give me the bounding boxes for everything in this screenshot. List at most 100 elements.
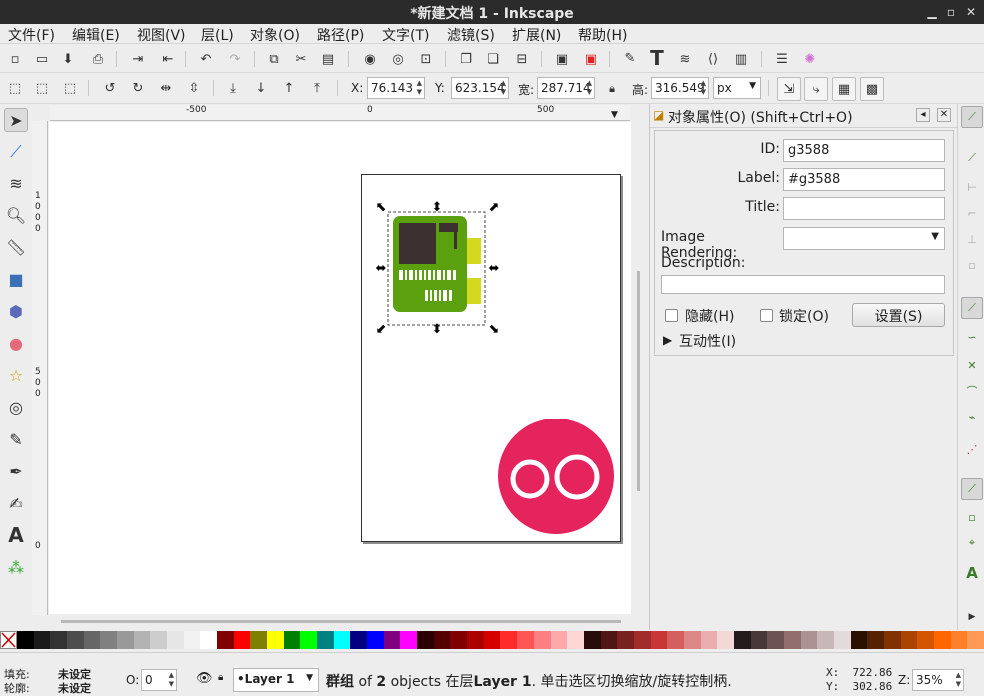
color-swatch[interactable] — [633, 631, 651, 649]
color-swatch[interactable] — [750, 631, 768, 649]
snap-text-baseline-icon[interactable]: A — [961, 562, 983, 584]
color-swatch[interactable] — [367, 631, 384, 649]
menu-layer[interactable]: 层(L) — [201, 25, 234, 45]
duplicate-icon[interactable]: ❐ — [456, 49, 476, 69]
transform-gradients-icon[interactable]: ▦ — [832, 77, 856, 101]
color-swatch[interactable] — [167, 631, 184, 649]
ellipse-tool-icon[interactable]: ● — [4, 331, 28, 355]
opacity-spinbox[interactable]: 0 ▲ ▼ — [141, 669, 177, 691]
label-input[interactable]: #g3588 — [783, 168, 945, 191]
color-swatch[interactable] — [850, 631, 868, 649]
layer-select[interactable]: •Layer 1 ▼ — [233, 668, 319, 692]
node-tool-icon[interactable]: ⟋ — [4, 140, 28, 164]
menu-extensions[interactable]: 扩展(N) — [512, 25, 561, 45]
color-swatch[interactable] — [500, 631, 518, 649]
color-swatch[interactable] — [817, 631, 834, 649]
color-swatch[interactable] — [950, 631, 968, 649]
snap-enable-icon[interactable]: ⟋ — [961, 106, 983, 128]
color-swatch[interactable] — [450, 631, 468, 649]
color-swatch[interactable] — [233, 631, 251, 649]
transform-patterns-icon[interactable]: ▩ — [860, 77, 884, 101]
snap-nodes-icon[interactable]: ⟋ — [961, 297, 983, 319]
expander-arrow-icon[interactable]: ▶ — [663, 333, 672, 347]
color-swatch[interactable] — [583, 631, 601, 649]
snap-others-icon[interactable]: ⟋ — [961, 478, 983, 500]
text-font-icon[interactable]: T — [647, 46, 667, 70]
color-swatch[interactable] — [183, 631, 201, 649]
snap-object-center-icon[interactable]: ▫ — [961, 506, 983, 528]
snap-bbox-midpoint-icon[interactable]: ⊥ — [961, 228, 983, 250]
pencil-tool-icon[interactable]: ✎ — [4, 427, 28, 451]
unit-select[interactable]: px ▼ — [713, 77, 761, 99]
color-swatch[interactable] — [600, 631, 618, 649]
color-swatch[interactable] — [283, 631, 301, 649]
scale-handle-icon[interactable]: ⬍ — [432, 200, 443, 215]
flip-horizontal-icon[interactable]: ⇹ — [156, 78, 176, 98]
dock-icon[interactable]: ◂ — [916, 108, 930, 122]
snap-line-midpoints-icon[interactable]: ⋰ — [961, 438, 983, 460]
spray-tool-icon[interactable]: ⁂ — [4, 555, 28, 579]
measure-tool-icon[interactable]: 📏︎ — [4, 235, 28, 259]
fill-stroke-icon[interactable]: ✎ — [620, 48, 640, 68]
menu-text[interactable]: 文字(T) — [382, 25, 429, 45]
spin-arrows-icon[interactable]: ▲ ▼ — [501, 79, 506, 97]
lower-to-bottom-icon[interactable]: ⤓ — [223, 78, 243, 98]
color-swatch[interactable] — [667, 631, 684, 649]
color-swatch[interactable] — [650, 631, 668, 649]
selected-group[interactable]: ⬉ ⬍ ⬈ ⬌ ⬌ ⬋ ⬍ ⬊ — [373, 200, 503, 340]
spin-arrows-icon[interactable]: ▲ ▼ — [587, 79, 592, 97]
snap-rotation-center-icon[interactable]: ⌖ — [961, 532, 983, 554]
clone-icon[interactable]: ❏ — [483, 49, 503, 69]
color-swatch[interactable] — [33, 631, 51, 649]
color-swatch[interactable] — [483, 631, 501, 649]
color-swatch[interactable] — [83, 631, 101, 649]
color-swatch[interactable] — [833, 631, 851, 649]
spin-arrows-icon[interactable]: ▲ ▼ — [701, 79, 706, 97]
color-swatch[interactable] — [117, 631, 134, 649]
raise-icon[interactable]: ↑ — [279, 78, 299, 98]
scroll-thumb[interactable] — [637, 271, 640, 491]
color-swatch[interactable] — [867, 631, 884, 649]
menu-object[interactable]: 对象(O) — [250, 25, 300, 45]
menu-path[interactable]: 路径(P) — [317, 25, 364, 45]
color-swatch[interactable] — [400, 631, 418, 649]
drawing-canvas[interactable]: ⬉ ⬍ ⬈ ⬌ ⬌ ⬋ ⬍ ⬊ — [49, 122, 631, 614]
snap-cusp-nodes-icon[interactable]: ⌒ — [961, 380, 983, 402]
spiral-tool-icon[interactable]: ◎ — [4, 395, 28, 419]
rectangle-tool-icon[interactable]: ■ — [4, 267, 28, 291]
color-swatch[interactable] — [300, 631, 318, 649]
tweak-tool-icon[interactable]: ≋ — [4, 171, 28, 195]
color-swatch[interactable] — [767, 631, 784, 649]
scale-handle-icon[interactable]: ⬌ — [376, 261, 387, 276]
color-swatch[interactable] — [250, 631, 268, 649]
selector-tool-icon[interactable]: ➤ — [4, 108, 28, 132]
color-swatch[interactable] — [217, 631, 234, 649]
close-button[interactable]: ✕ — [963, 4, 979, 20]
zoom-tool-icon[interactable]: 🔍︎ — [4, 203, 28, 227]
color-swatch[interactable] — [350, 631, 368, 649]
color-swatch[interactable] — [383, 631, 401, 649]
color-swatch[interactable] — [317, 631, 334, 649]
document-properties-icon[interactable]: ✺ — [800, 49, 820, 69]
scale-handle-icon[interactable]: ⬋ — [376, 322, 387, 337]
print-icon[interactable]: ⎙ — [88, 49, 108, 69]
color-swatch[interactable] — [917, 631, 934, 649]
color-swatch[interactable] — [67, 631, 84, 649]
scroll-thumb[interactable] — [61, 620, 621, 623]
close-dialog-icon[interactable]: ✕ — [937, 108, 951, 122]
image-rendering-select[interactable]: ▼ — [783, 227, 945, 250]
title-input[interactable] — [783, 197, 945, 220]
x-spinbox[interactable]: 76.143 ▲ ▼ — [367, 77, 425, 99]
text-tool-icon[interactable]: A — [4, 523, 28, 547]
undo-icon[interactable]: ↶ — [196, 49, 216, 69]
redo-icon[interactable]: ↷ — [225, 49, 245, 69]
align-distribute-icon[interactable]: ▥ — [731, 49, 751, 69]
minimize-button[interactable]: ▁ — [924, 4, 940, 20]
raise-to-top-icon[interactable]: ⤒ — [307, 78, 327, 98]
select-all-icon[interactable]: ⬚ — [5, 78, 25, 98]
unlink-clone-icon[interactable]: ⊟ — [512, 49, 532, 69]
layers-icon[interactable]: ≋ — [675, 49, 695, 69]
color-swatch[interactable] — [717, 631, 734, 649]
color-swatch[interactable] — [333, 631, 351, 649]
horizontal-scrollbar[interactable] — [49, 615, 631, 629]
